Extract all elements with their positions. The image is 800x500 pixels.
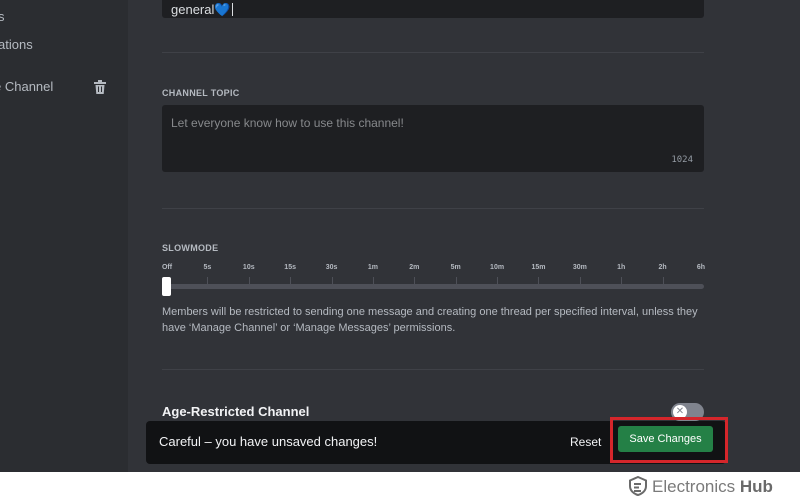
slowmode-label: SLOWMODE: [162, 243, 219, 253]
slowmode-slider-track[interactable]: [162, 284, 704, 289]
watermark: Electronics Hub: [628, 476, 788, 496]
reset-button[interactable]: Reset: [570, 435, 601, 449]
slowmode-tick-label: Off: [161, 264, 173, 271]
watermark-bold: Hub: [739, 477, 773, 496]
electronics-hub-logo-icon: [629, 476, 647, 496]
trash-icon[interactable]: [94, 80, 106, 94]
slowmode-tick-label: 15s: [284, 264, 296, 271]
heart-emoji: 💙: [214, 2, 231, 17]
slowmode-tick-label: 30m: [572, 264, 587, 271]
sidebar-item-2[interactable]: ations: [0, 34, 33, 56]
slowmode-tick-label: 10m: [490, 264, 505, 271]
slowmode-tick-label: 5s: [203, 264, 212, 271]
slowmode-slider-handle[interactable]: [162, 277, 171, 296]
save-button-highlight: Save Changes: [610, 417, 728, 463]
save-changes-button[interactable]: Save Changes: [618, 426, 713, 452]
channel-name-value: general: [171, 2, 215, 17]
slowmode-tick-label: 30s: [325, 264, 338, 271]
channel-overview: general💙 CHANNEL TOPIC Let everyone know…: [161, 0, 706, 472]
divider: [162, 369, 704, 370]
divider: [162, 208, 704, 209]
channel-topic-placeholder: Let everyone know how to use this channe…: [171, 116, 404, 130]
slowmode-description: Members will be restricted to sending on…: [162, 306, 698, 334]
slowmode-tick-label: 5m: [450, 264, 461, 271]
slowmode-tick-label: 15m: [531, 264, 546, 271]
watermark-name: Electronics: [652, 477, 736, 496]
channel-topic-textarea[interactable]: Let everyone know how to use this channe…: [162, 105, 704, 172]
slowmode-tick-label: 10s: [242, 264, 255, 271]
slowmode-tick-label: 6h: [696, 264, 706, 271]
text-caret: [231, 3, 233, 16]
character-counter: 1024: [671, 155, 693, 165]
app-window: s ations e Channel general💙 CHANNEL TOPI…: [0, 0, 800, 472]
slowmode-tick-label: 2h: [658, 264, 667, 271]
age-restricted-label: Age-Restricted Channel: [162, 404, 310, 419]
sidebar-item-1[interactable]: s: [0, 6, 5, 28]
channel-name-input[interactable]: general💙: [162, 0, 704, 18]
divider: [162, 52, 704, 53]
settings-sidebar: s ations e Channel: [0, 0, 128, 472]
slowmode-tick-label: 1m: [367, 264, 378, 271]
channel-topic-label: CHANNEL TOPIC: [162, 88, 240, 98]
slowmode-tick-label: 1h: [617, 264, 626, 271]
unsaved-changes-text: Careful – you have unsaved changes!: [159, 434, 378, 449]
slowmode-tick-label: 2m: [409, 264, 420, 271]
slowmode-ticks: Off 5s 10s 15s 30s 1m 2m 5m 10m 15m 30m 1h 2h 6h: [161, 262, 706, 298]
unsaved-changes-bar: Careful – you have unsaved changes! Rese…: [146, 417, 728, 464]
